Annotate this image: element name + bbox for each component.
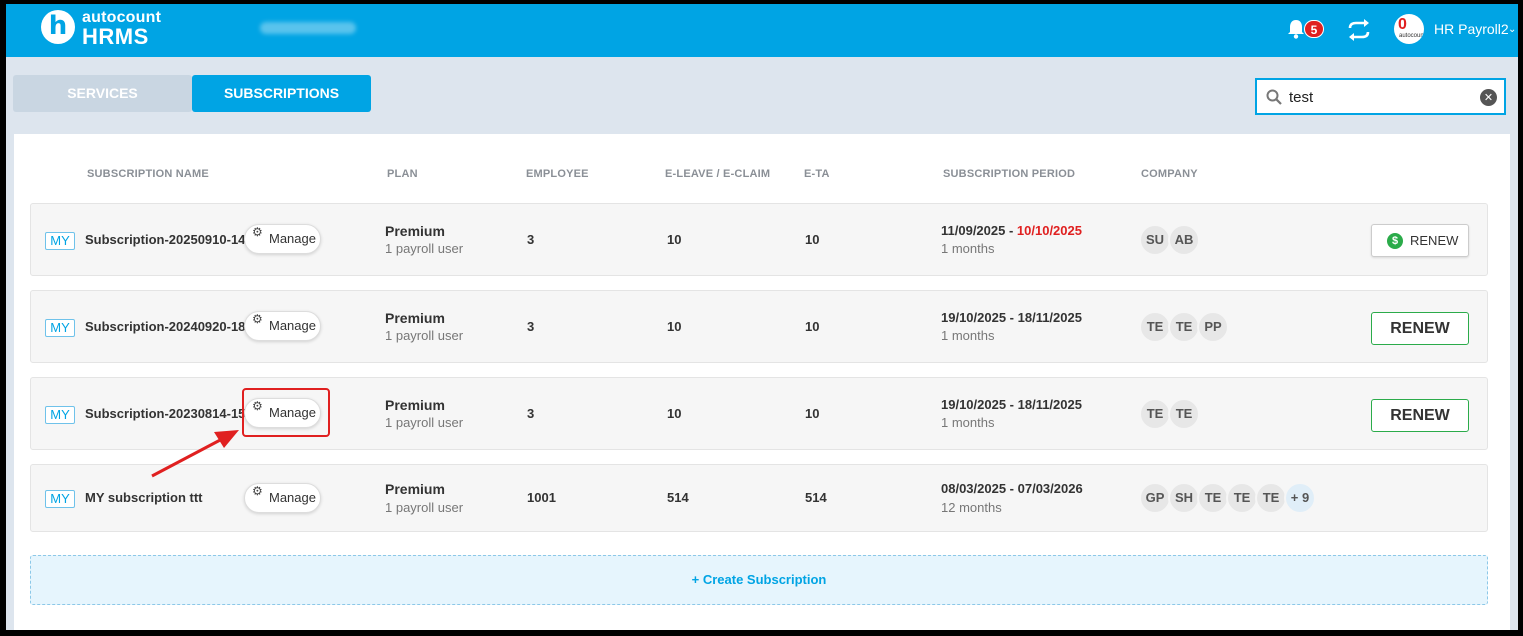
create-subscription-button[interactable]: + Create Subscription bbox=[30, 555, 1488, 605]
period-duration: 12 months bbox=[941, 500, 1002, 515]
eleave-count: 10 bbox=[667, 406, 682, 421]
subscription-name: MY subscription ttt bbox=[85, 490, 203, 505]
annotation-arrow-icon bbox=[151, 430, 239, 478]
col-company: COMPANY bbox=[1141, 168, 1198, 180]
subscription-period: 08/03/2025 - 07/03/2026 bbox=[941, 481, 1083, 496]
subscription-name: Subscription-20250910-14 bbox=[85, 232, 246, 247]
user-menu-name[interactable]: HR Payroll2 bbox=[1434, 21, 1509, 37]
region-badge: MY bbox=[45, 232, 75, 250]
manage-button[interactable]: ⚙ Manage bbox=[244, 224, 321, 254]
company-chip[interactable]: TE bbox=[1139, 311, 1171, 343]
eta-count: 10 bbox=[805, 406, 820, 421]
period-duration: 1 months bbox=[941, 241, 995, 256]
plan-name: Premium bbox=[385, 397, 445, 413]
employee-count: 1001 bbox=[527, 490, 556, 505]
plan-name: Premium bbox=[385, 310, 445, 326]
col-eleave-eclaim: E-LEAVE / E-CLAIM bbox=[665, 168, 771, 180]
tab-subscriptions[interactable]: SUBSCRIPTIONS bbox=[192, 75, 371, 112]
highlight-box bbox=[242, 388, 330, 437]
table-row: MY Subscription-20250910-14 ⚙ Manage Prem… bbox=[30, 203, 1488, 276]
company-chip[interactable]: GP bbox=[1139, 482, 1171, 514]
eta-count: 10 bbox=[805, 319, 820, 334]
plan-detail: 1 payroll user bbox=[385, 328, 464, 343]
chevron-down-icon[interactable]: ⌄ bbox=[1508, 24, 1516, 35]
col-employee: EMPLOYEE bbox=[526, 168, 589, 180]
eleave-count: 10 bbox=[667, 319, 682, 334]
plus-icon: + bbox=[691, 572, 703, 587]
eleave-count: 10 bbox=[667, 232, 682, 247]
employee-count: 3 bbox=[527, 232, 535, 247]
plan-detail: 1 payroll user bbox=[385, 415, 464, 430]
more-companies-chip[interactable]: + 9 bbox=[1284, 482, 1316, 514]
col-subscription-name: SUBSCRIPTION NAME bbox=[87, 168, 209, 180]
tab-services[interactable]: SERVICES bbox=[13, 75, 192, 112]
eleave-count: 514 bbox=[667, 490, 689, 505]
plan-name: Premium bbox=[385, 481, 445, 497]
table-row: MY MY subscription ttt ⚙ Manage Premium 1… bbox=[30, 464, 1488, 532]
company-chip[interactable]: TE bbox=[1255, 482, 1287, 514]
search-input[interactable] bbox=[1289, 86, 1469, 108]
bell-icon[interactable] bbox=[1286, 18, 1306, 40]
clear-search-icon[interactable]: ✕ bbox=[1480, 89, 1497, 106]
col-plan: PLAN bbox=[387, 168, 418, 180]
dollar-icon: $ bbox=[1387, 233, 1403, 249]
search-icon bbox=[1266, 89, 1282, 105]
company-chip[interactable]: TE bbox=[1168, 311, 1200, 343]
company-chip[interactable]: PP bbox=[1197, 311, 1229, 343]
renew-button[interactable]: RENEW bbox=[1371, 312, 1469, 345]
expiry-date: 10/10/2025 bbox=[1016, 223, 1082, 238]
period-duration: 1 months bbox=[941, 328, 995, 343]
region-badge: MY bbox=[45, 319, 75, 337]
top-bar: h autocount HRMS 5 0 autocount HR Payrol… bbox=[6, 4, 1518, 57]
gear-icon: ⚙ bbox=[252, 312, 263, 326]
manage-button[interactable]: ⚙ Manage bbox=[244, 483, 321, 513]
renew-button[interactable]: RENEW bbox=[1371, 399, 1469, 432]
table-row: MY Subscription-20240920-18 ⚙ Manage Prem… bbox=[30, 290, 1488, 363]
notification-badge: 5 bbox=[1304, 20, 1324, 38]
company-chip[interactable]: SH bbox=[1168, 482, 1200, 514]
employee-count: 3 bbox=[527, 406, 535, 421]
blurred-company-name bbox=[260, 22, 356, 34]
plan-detail: 1 payroll user bbox=[385, 241, 464, 256]
company-chip[interactable]: AB bbox=[1168, 224, 1200, 256]
subscription-name: Subscription-20240920-18 bbox=[85, 319, 246, 334]
company-chip[interactable]: TE bbox=[1139, 398, 1171, 430]
logo-mark: h bbox=[41, 10, 75, 44]
subscription-period: 19/10/2025 - 18/11/2025 bbox=[941, 397, 1082, 412]
renew-button[interactable]: $ RENEW bbox=[1371, 224, 1469, 257]
avatar[interactable]: 0 autocount bbox=[1394, 14, 1424, 44]
region-badge: MY bbox=[45, 490, 75, 508]
col-eta: E-TA bbox=[804, 168, 830, 180]
manage-button[interactable]: ⚙ Manage bbox=[244, 311, 321, 341]
search-box: ✕ bbox=[1255, 78, 1506, 115]
period-duration: 1 months bbox=[941, 415, 995, 430]
region-badge: MY bbox=[45, 406, 75, 424]
plan-name: Premium bbox=[385, 223, 445, 239]
subscription-name: Subscription-20230814-15 bbox=[85, 406, 246, 421]
sync-icon[interactable] bbox=[1346, 18, 1372, 42]
eta-count: 514 bbox=[805, 490, 827, 505]
company-chip[interactable]: TE bbox=[1226, 482, 1258, 514]
gear-icon: ⚙ bbox=[252, 484, 263, 498]
employee-count: 3 bbox=[527, 319, 535, 334]
col-subscription-period: SUBSCRIPTION PERIOD bbox=[943, 168, 1076, 180]
eta-count: 10 bbox=[805, 232, 820, 247]
company-chip[interactable]: SU bbox=[1139, 224, 1171, 256]
subscription-period: 11/09/2025 - 10/10/2025 bbox=[941, 223, 1082, 238]
subscription-period: 19/10/2025 - 18/11/2025 bbox=[941, 310, 1082, 325]
company-chip[interactable]: TE bbox=[1197, 482, 1229, 514]
company-chip[interactable]: TE bbox=[1168, 398, 1200, 430]
plan-detail: 1 payroll user bbox=[385, 500, 464, 515]
app-window: h autocount HRMS 5 0 autocount HR Payrol… bbox=[6, 4, 1518, 630]
gear-icon: ⚙ bbox=[252, 225, 263, 239]
logo-text-bottom: HRMS bbox=[82, 24, 149, 49]
